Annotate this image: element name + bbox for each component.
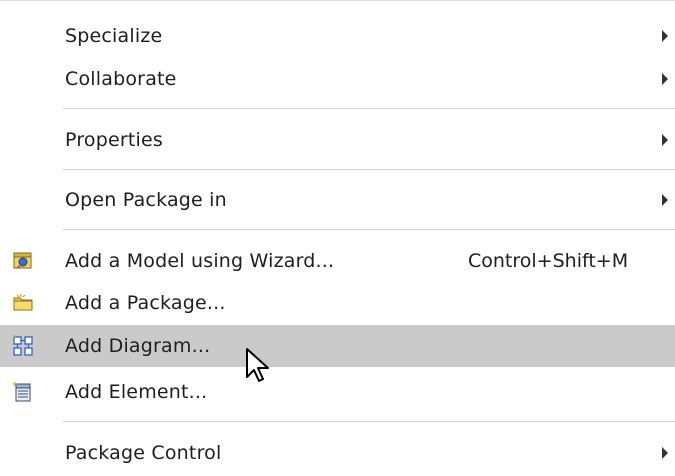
menu-item-open-package-in[interactable]: Open Package in	[0, 179, 675, 221]
menu-separator	[63, 169, 675, 170]
element-icon	[12, 381, 34, 403]
menu-item-label: Package Control	[65, 442, 222, 464]
menu-item-label: Properties	[65, 129, 164, 151]
menu-item-label: Add a Model using Wizard...	[65, 250, 335, 272]
submenu-arrow-icon	[662, 194, 668, 206]
menu-item-add-element[interactable]: Add Element...	[0, 371, 675, 413]
submenu-arrow-icon	[662, 73, 668, 85]
mouse-pointer-icon	[245, 347, 273, 385]
menu-item-label: Collaborate	[65, 68, 177, 90]
menu-separator	[63, 421, 675, 422]
menu-item-specialize[interactable]: Specialize	[0, 15, 675, 57]
submenu-arrow-icon	[662, 30, 668, 42]
menu-item-add-diagram[interactable]: Add Diagram...	[0, 325, 675, 367]
menu-item-add-package[interactable]: Add a Package...	[0, 282, 675, 324]
model-wizard-icon	[12, 250, 34, 272]
menu-item-label: Specialize	[65, 25, 163, 47]
menu-separator	[63, 229, 675, 230]
submenu-arrow-icon	[662, 447, 668, 459]
menu-item-label: Add a Package...	[65, 292, 226, 314]
menu-item-label: Open Package in	[65, 189, 227, 211]
menu-item-label: Add Diagram...	[65, 335, 211, 357]
context-menu: Specialize Collaborate Properties Open P…	[0, 0, 675, 476]
diagram-icon	[12, 335, 34, 357]
menu-item-label: Add Element...	[65, 381, 208, 403]
menu-item-shortcut: Control+Shift+M	[468, 250, 629, 272]
menu-item-package-control[interactable]: Package Control	[0, 432, 675, 474]
menu-separator	[63, 108, 675, 109]
menu-item-properties[interactable]: Properties	[0, 119, 675, 161]
package-folder-icon	[12, 292, 34, 314]
submenu-arrow-icon	[662, 134, 668, 146]
menu-item-add-model-wizard[interactable]: Add a Model using Wizard... Control+Shif…	[0, 240, 675, 282]
menu-item-collaborate[interactable]: Collaborate	[0, 58, 675, 100]
